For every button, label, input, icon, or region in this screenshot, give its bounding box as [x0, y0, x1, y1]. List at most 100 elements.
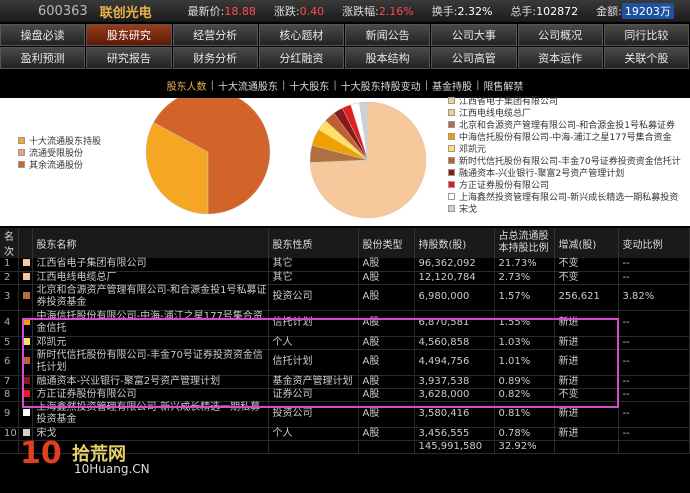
nav-r1-4[interactable]: 新闻公告 — [345, 24, 431, 46]
table-row[interactable]: 10 宋戈 个人 A股 3,456,555 0.78% 新进 -- — [0, 427, 690, 441]
cell-color — [18, 388, 33, 402]
table-row[interactable]: 1 江西省电子集团有限公司 其它 A股 96,362,092 21.73% 不变 -- — [0, 258, 690, 272]
legend-label: 方正证券股份有限公司 — [459, 181, 550, 192]
col-rank: 名次 — [0, 228, 19, 258]
cell-ratio: 0.81% — [494, 401, 555, 428]
pie-chart-circulation — [145, 98, 271, 215]
cell-ratio: 0.78% — [494, 427, 555, 441]
cell-type: A股 — [358, 388, 415, 402]
legend-label: 邓凯元 — [459, 144, 487, 155]
nav-r2-7[interactable]: 关联个股 — [603, 47, 689, 69]
legend-left: 十大流通股东持股 流通受限股份 其余流通股份 — [18, 134, 101, 171]
col-color — [18, 228, 33, 258]
cell-color — [18, 258, 33, 272]
cell-change-pct: -- — [618, 310, 690, 337]
nav-row-1: 操盘必读 股东研究 经营分析 核心题材 新闻公告 公司大事 公司概况 同行比较 — [0, 24, 690, 46]
cell-nature: 基金资产管理计划 — [268, 375, 359, 389]
legend-left-item-2: 其余流通股份 — [18, 158, 101, 171]
cell-shares: 145,991,580 — [414, 440, 495, 454]
cell-shares: 4,560,858 — [414, 336, 495, 350]
hand-value: 102872 — [536, 4, 579, 18]
cell-nature: 投资公司 — [268, 401, 359, 428]
nav-r2-0[interactable]: 盈利预测 — [0, 47, 86, 69]
legend-label: 江西电线电缆总厂 — [459, 108, 532, 119]
legend-right-item-7: 方正证券股份有限公司 — [448, 179, 681, 191]
subtab-2[interactable]: 十大股东 — [289, 78, 329, 93]
nav-r1-0[interactable]: 操盘必读 — [0, 24, 86, 46]
cell-ratio: 21.73% — [494, 258, 555, 272]
nav-r1-1[interactable]: 股东研究 — [86, 24, 172, 46]
subtab-3[interactable]: 十大股东持股变动 — [341, 78, 421, 93]
subtab-4[interactable]: 基金持股 — [432, 78, 472, 93]
subtab-5[interactable]: 限售解禁 — [483, 78, 523, 93]
table-row[interactable]: 4 中海信托股份有限公司-中海-浦江之星177号集合资金信托 信托计划 A股 6,870… — [0, 310, 690, 337]
legend-right-item-8: 上海鑫然投资管理有限公司-新兴成长精选一期私募投资 — [448, 191, 681, 203]
nav-r1-6[interactable]: 公司概况 — [517, 24, 603, 46]
legend-label: 中海信托股份有限公司-中海-浦江之星177号集合资金 — [459, 132, 672, 143]
stock-code: 600363 — [38, 3, 88, 19]
color-swatch — [22, 259, 30, 267]
table-row[interactable]: 2 江西电线电缆总厂 其它 A股 12,120,784 2.73% 不变 -- — [0, 271, 690, 285]
cell-change: 新进 — [554, 427, 619, 441]
cell-shares: 6,980,000 — [414, 284, 495, 311]
table-row[interactable]: 3 北京和合源资产管理有限公司-和合源金投1号私募证券投资基金 投资公司 A股 6,98… — [0, 284, 690, 311]
cell-change: 新进 — [554, 310, 619, 337]
nav-r2-6[interactable]: 资本运作 — [517, 47, 603, 69]
table-row[interactable]: 5 邓凯元 个人 A股 4,560,858 1.03% 新进 -- — [0, 336, 690, 350]
change-label: 涨跌: — [273, 5, 300, 18]
nav-r1-2[interactable]: 经营分析 — [172, 24, 258, 46]
subtab-1[interactable]: 十大流通股东 — [218, 78, 278, 93]
pie-chart-top10 — [309, 101, 427, 219]
legend-right-item-9: 宋戈 — [448, 203, 681, 215]
nav-r2-3[interactable]: 分红融资 — [258, 47, 344, 69]
nav-grid: 操盘必读 股东研究 经营分析 核心题材 新闻公告 公司大事 公司概况 同行比较 盈利预测 研究报… — [0, 24, 690, 70]
table-row[interactable]: 7 融通资本-兴业银行-聚富2号资产管理计划 基金资产管理计划 A股 3,937,538… — [0, 375, 690, 389]
legend-swatch — [448, 132, 455, 140]
cell-ratio: 0.82% — [494, 388, 555, 402]
cell-nature: 投资公司 — [268, 284, 359, 311]
cell-change-pct: -- — [618, 271, 690, 285]
legend-label: 宋戈 — [459, 205, 478, 216]
table-row[interactable]: 6 新时代信托股份有限公司-丰金70号证券投资资金信托计划 信托计划 A股 4,494,… — [0, 349, 690, 376]
cell-change: 256,621 — [554, 284, 619, 311]
legend-right-item-6: 融通资本-兴业银行-聚富2号资产管理计划 — [448, 167, 681, 179]
legend-label: 江西省电子集团有限公司 — [459, 96, 559, 107]
cell-change: 不变 — [554, 258, 619, 272]
nav-r2-2[interactable]: 财务分析 — [172, 47, 258, 69]
legend-label: 上海鑫然投资管理有限公司-新兴成长精选一期私募投资 — [459, 193, 679, 204]
hand-label: 总手: — [510, 5, 537, 18]
nav-r1-5[interactable]: 公司大事 — [431, 24, 517, 46]
color-swatch — [22, 337, 30, 345]
legend-right-item-5: 新时代信托股份有限公司-丰金70号证券投资资金信托计 — [448, 154, 681, 168]
cell-type: A股 — [358, 310, 415, 337]
cell-name: 上海鑫然投资管理有限公司-新兴成长精选一期私募投资基金 — [32, 401, 269, 428]
cell-rank: 8 — [0, 388, 19, 402]
cell-name: 中海信托股份有限公司-中海-浦江之星177号集合资金信托 — [32, 310, 269, 337]
subtab-sep: | — [333, 79, 337, 91]
cell-shares: 12,120,784 — [414, 271, 495, 285]
table-row[interactable]: 9 上海鑫然投资管理有限公司-新兴成长精选一期私募投资基金 投资公司 A股 3,580,… — [0, 401, 690, 428]
nav-r1-7[interactable]: 同行比较 — [603, 24, 689, 46]
color-swatch — [22, 292, 30, 299]
cell-shares: 96,362,092 — [414, 258, 495, 272]
cell-type: A股 — [358, 336, 415, 350]
cell-shares: 3,628,000 — [414, 388, 495, 402]
nav-r1-3[interactable]: 核心题材 — [258, 24, 344, 46]
watermark-logo: 10 — [20, 436, 62, 471]
col-nature: 股东性质 — [268, 228, 359, 258]
watermark-url: 10Huang.CN — [74, 462, 150, 476]
cell-change — [554, 440, 619, 454]
cell-color — [18, 375, 33, 389]
table-row[interactable]: 8 方正证券股份有限公司 证券公司 A股 3,628,000 0.82% 不变 -- — [0, 388, 690, 402]
subtab-0[interactable]: 股东人数 — [167, 78, 207, 93]
cell-change: 不变 — [554, 388, 619, 402]
nav-r2-5[interactable]: 公司高管 — [431, 47, 517, 69]
col-ratio: 占总流通股本持股比例 — [494, 228, 555, 258]
nav-r2-4[interactable]: 股本结构 — [345, 47, 431, 69]
nav-r2-1[interactable]: 研究报告 — [86, 47, 172, 69]
nav-row-2: 盈利预测 研究报告 财务分析 分红融资 股本结构 公司高管 资本运作 关联个股 — [0, 47, 690, 69]
cell-nature: 证券公司 — [268, 388, 359, 402]
cell-color — [18, 271, 33, 285]
legend-swatch — [448, 108, 455, 116]
legend-label: 新时代信托股份有限公司-丰金70号证券投资资金信托计 — [459, 157, 681, 168]
